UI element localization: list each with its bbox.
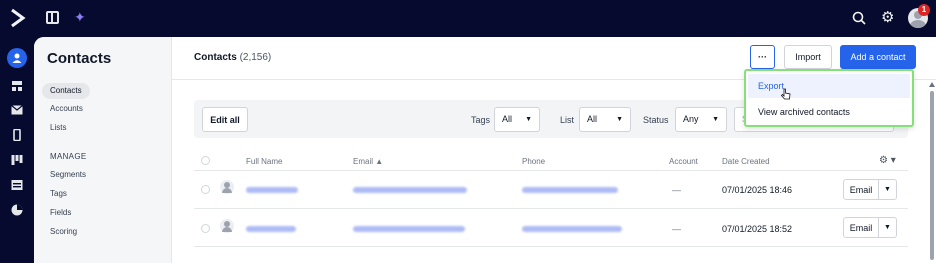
top-bar: ✦ ⚙ 1 (0, 0, 936, 37)
list-filter-label: List (560, 115, 575, 125)
sidebar-title: Contacts (47, 50, 112, 67)
edit-all-button[interactable]: Edit all (202, 107, 248, 132)
email-button[interactable]: Email (843, 217, 879, 238)
tags-filter-select[interactable]: All ▼ (494, 107, 540, 132)
sidebar-toggle-icon[interactable] (46, 11, 59, 24)
pipeline-icon[interactable] (7, 150, 27, 170)
contact-avatar-icon (220, 219, 234, 233)
chevron-down-icon: ▼ (525, 116, 532, 123)
sidebar-item-fields[interactable]: Fields (42, 205, 79, 221)
status-filter-label: Status (643, 115, 669, 125)
page-title: Contacts (2,156) (194, 52, 271, 63)
more-options-button[interactable]: ··· (750, 45, 775, 69)
column-header-email[interactable]: Email ▲ (353, 157, 383, 166)
redacted-name[interactable] (246, 187, 298, 193)
contact-count: (2,156) (239, 52, 272, 63)
row-select-radio[interactable] (201, 224, 210, 233)
more-options-menu: Export View archived contacts (744, 69, 914, 127)
chevron-down-icon[interactable]: ▼ (879, 179, 897, 200)
date-created-value: 07/01/2025 18:52 (722, 224, 793, 234)
column-header-date-created[interactable]: Date Created (722, 157, 770, 166)
contacts-icon[interactable] (7, 48, 27, 68)
search-icon[interactable] (851, 10, 867, 26)
vertical-scrollbar[interactable] (928, 80, 936, 263)
row-divider (194, 208, 908, 209)
mobile-icon[interactable] (7, 125, 27, 145)
add-contact-button[interactable]: Add a contact (840, 45, 916, 69)
report-icon[interactable] (7, 200, 27, 220)
chevron-down-icon: ▼ (712, 116, 719, 123)
select-all-radio[interactable] (201, 156, 210, 165)
column-header-account[interactable]: Account (669, 157, 698, 166)
redacted-phone (522, 226, 622, 232)
sidebar-item-contacts[interactable]: Contacts (42, 83, 90, 99)
sidebar-item-lists[interactable]: Lists (42, 120, 74, 136)
contacts-sidebar: Contacts Contacts Accounts Lists MANAGE … (34, 37, 172, 263)
sidebar-item-tags[interactable]: Tags (42, 186, 75, 202)
logo-chevron-icon[interactable] (9, 7, 27, 29)
list-filter-select[interactable]: All ▼ (579, 107, 631, 132)
gear-icon[interactable]: ⚙ (881, 9, 894, 27)
chevron-down-icon[interactable]: ▼ (879, 217, 897, 238)
status-filter-value: Any (683, 114, 699, 124)
tags-filter-value: All (502, 114, 513, 124)
list-filter-value: All (587, 114, 598, 124)
redacted-name[interactable] (246, 226, 296, 232)
sparkle-icon[interactable]: ✦ (74, 8, 86, 26)
org-icon[interactable] (7, 76, 27, 96)
row-divider (194, 246, 908, 247)
tags-filter-label: Tags (471, 115, 491, 125)
list-icon[interactable] (7, 175, 27, 195)
redacted-email[interactable] (353, 187, 467, 193)
notification-badge: 1 (918, 4, 930, 16)
menu-item-view-archived[interactable]: View archived contacts (748, 100, 910, 124)
sidebar-item-segments[interactable]: Segments (42, 167, 94, 183)
contact-avatar-icon (220, 180, 234, 194)
header-divider (194, 170, 908, 171)
column-settings-gear-icon[interactable]: ⚙ ▾ (879, 155, 896, 166)
sidebar-item-accounts[interactable]: Accounts (42, 101, 91, 117)
sidebar-item-scoring[interactable]: Scoring (42, 224, 85, 240)
date-created-value: 07/01/2025 18:46 (722, 185, 793, 195)
column-header-full-name[interactable]: Full Name (246, 157, 282, 166)
sidebar-section-manage: MANAGE (50, 152, 87, 161)
status-filter-select[interactable]: Any ▼ (675, 107, 727, 132)
account-value: — (672, 185, 681, 195)
redacted-phone (522, 187, 618, 193)
left-rail (0, 37, 34, 263)
column-header-phone[interactable]: Phone (522, 157, 545, 166)
page-title-text: Contacts (194, 52, 237, 63)
row-select-radio[interactable] (201, 185, 210, 194)
mouse-cursor-icon (781, 88, 791, 100)
email-button[interactable]: Email (843, 179, 879, 200)
chevron-down-icon: ▼ (616, 116, 623, 123)
redacted-email[interactable] (353, 226, 465, 232)
import-button[interactable]: Import (784, 45, 832, 69)
account-value: — (672, 224, 681, 234)
mail-icon[interactable] (7, 100, 27, 120)
menu-item-export[interactable]: Export (748, 74, 910, 98)
